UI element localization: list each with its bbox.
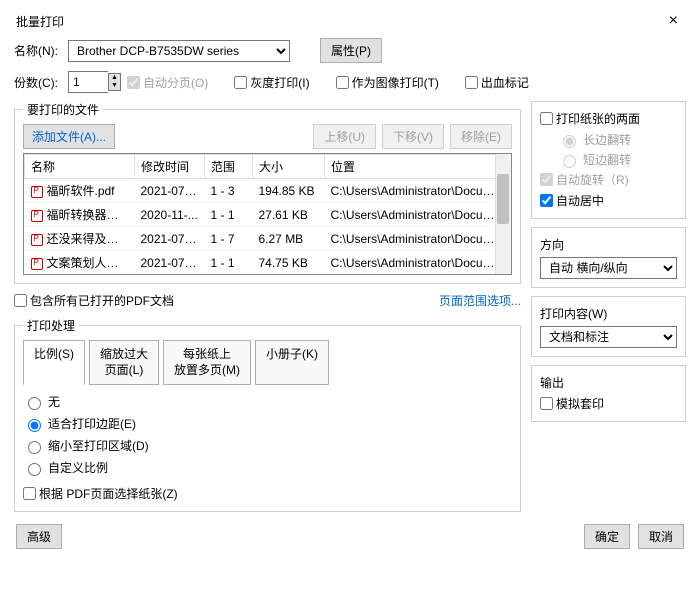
pdf-icon: [31, 234, 43, 246]
pdf-icon: [31, 258, 43, 270]
table-row[interactable]: 新建 DOCX 文档2020-12-...1 - 167.42 KBC:\Use…: [25, 275, 511, 276]
close-icon[interactable]: ×: [663, 12, 684, 30]
table-row[interactable]: 福昕转换器演示...2020-11-...1 - 127.61 KBC:\Use…: [25, 203, 511, 227]
grayscale-checkbox[interactable]: 灰度打印(I): [234, 74, 309, 91]
col-name[interactable]: 名称: [25, 155, 135, 179]
spinner-down-icon[interactable]: ▼: [109, 82, 120, 90]
copies-label: 份数(C):: [14, 74, 62, 91]
col-location[interactable]: 位置: [325, 155, 511, 179]
col-size[interactable]: 大小: [253, 155, 325, 179]
table-row[interactable]: 福昕软件.pdf2021-07-...1 - 3194.85 KBC:\User…: [25, 179, 511, 203]
file-table[interactable]: 名称 修改时间 范围 大小 位置 福昕软件.pdf2021-07-...1 - …: [23, 153, 512, 275]
simulate-overprint-checkbox[interactable]: 模拟套印: [540, 395, 604, 412]
orientation-label: 方向: [540, 236, 677, 253]
move-up-button: 上移(U): [313, 124, 376, 149]
scale-fit-radio[interactable]: 适合打印边距(E): [23, 415, 512, 432]
page-range-options-link[interactable]: 页面范围选项...: [439, 292, 521, 309]
properties-button[interactable]: 属性(P): [320, 38, 382, 63]
output-label: 输出: [540, 374, 677, 391]
print-content-label: 打印内容(W): [540, 305, 677, 322]
tab-booklet[interactable]: 小册子(K): [255, 340, 329, 385]
scale-shrink-radio[interactable]: 缩小至打印区域(D): [23, 437, 512, 454]
print-as-image-checkbox[interactable]: 作为图像打印(T): [336, 74, 439, 91]
scale-custom-radio[interactable]: 自定义比例: [23, 459, 512, 476]
flip-short-edge-radio: 短边翻转: [558, 151, 677, 168]
auto-center-checkbox[interactable]: 自动居中: [540, 192, 604, 209]
cancel-button[interactable]: 取消: [638, 524, 684, 549]
scrollbar[interactable]: [495, 154, 511, 274]
pdf-icon: [31, 210, 43, 222]
include-open-pdfs-checkbox[interactable]: 包含所有已打开的PDF文档: [14, 292, 174, 309]
files-legend: 要打印的文件: [23, 101, 103, 118]
files-group: 要打印的文件 添加文件(A)... 上移(U) 下移(V) 移除(E) 名称 修…: [14, 101, 521, 284]
tab-scale[interactable]: 比例(S): [23, 340, 85, 385]
table-row[interactable]: 文案策划人员需...2021-07-...1 - 174.75 KBC:\Use…: [25, 251, 511, 275]
orientation-select[interactable]: 自动 横向/纵向: [540, 257, 677, 279]
flip-long-edge-radio: 长边翻转: [558, 131, 677, 148]
spinner-up-icon[interactable]: ▲: [109, 74, 120, 82]
collate-checkbox: 自动分页(O): [127, 74, 208, 91]
remove-button: 移除(E): [450, 124, 512, 149]
bleed-marks-checkbox[interactable]: 出血标记: [465, 74, 529, 91]
col-modified[interactable]: 修改时间: [135, 155, 205, 179]
col-range[interactable]: 范围: [205, 155, 253, 179]
add-file-button[interactable]: 添加文件(A)...: [23, 124, 115, 149]
advanced-button[interactable]: 高级: [16, 524, 62, 549]
printer-select[interactable]: Brother DCP-B7535DW series: [68, 40, 290, 62]
copies-spinner[interactable]: ▲▼: [68, 71, 121, 93]
print-handling-legend: 打印处理: [23, 317, 79, 334]
printer-name-label: 名称(N):: [14, 42, 62, 59]
tab-multiple-per-sheet[interactable]: 每张纸上 放置多页(M): [163, 340, 251, 385]
choose-paper-by-pdf-checkbox[interactable]: 根据 PDF页面选择纸张(Z): [23, 485, 178, 502]
print-handling-group: 打印处理 比例(S) 缩放过大 页面(L) 每张纸上 放置多页(M) 小册子(K…: [14, 317, 521, 512]
copies-input[interactable]: [68, 71, 108, 93]
print-both-sides-checkbox[interactable]: 打印纸张的两面: [540, 110, 640, 127]
scale-none-radio[interactable]: 无: [23, 393, 512, 410]
table-row[interactable]: 还没来得及告别...2021-07-...1 - 76.27 MBC:\User…: [25, 227, 511, 251]
pdf-icon: [31, 186, 43, 198]
auto-rotate-checkbox: 自动旋转（R): [540, 171, 629, 188]
ok-button[interactable]: 确定: [584, 524, 630, 549]
tab-large-pages[interactable]: 缩放过大 页面(L): [89, 340, 159, 385]
move-down-button: 下移(V): [382, 124, 444, 149]
dialog-title: 批量打印: [16, 13, 64, 30]
print-content-select[interactable]: 文档和标注: [540, 326, 677, 348]
